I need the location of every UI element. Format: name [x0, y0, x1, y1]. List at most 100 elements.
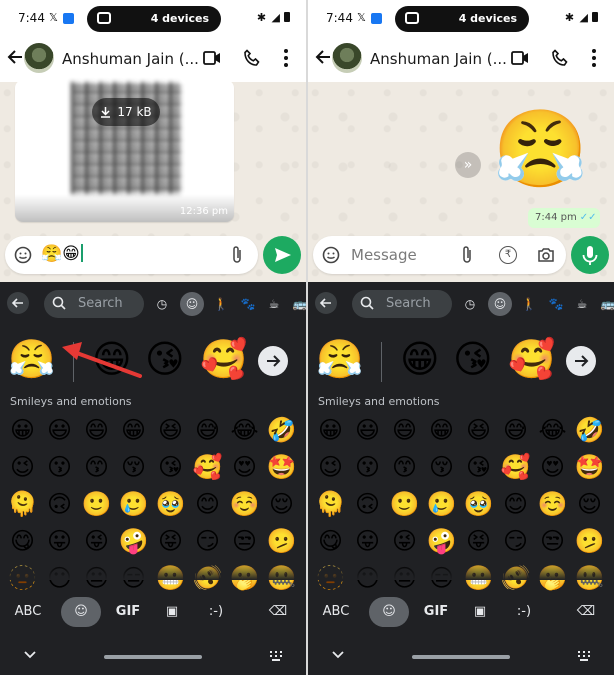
emoji-key[interactable]: 🥹: [460, 486, 497, 523]
back-arrow-icon[interactable]: [313, 47, 333, 67]
emoticon-button[interactable]: :-): [504, 597, 544, 627]
emoji-key[interactable]: 😊: [497, 486, 534, 523]
emoji-search-input[interactable]: Search: [352, 290, 452, 318]
devices-pill[interactable]: 4 devices: [87, 6, 221, 32]
more-options-icon[interactable]: [591, 48, 597, 68]
emoji-key[interactable]: 🫠: [312, 486, 349, 523]
backspace-icon[interactable]: ⌫: [258, 597, 298, 627]
emoji-key[interactable]: 😗: [349, 449, 386, 486]
emoji-key[interactable]: 😘: [460, 449, 497, 486]
emoji-key[interactable]: 😃: [41, 412, 78, 449]
emoji-key[interactable]: 😀: [4, 412, 41, 449]
emoji-key[interactable]: 😌: [571, 486, 608, 523]
hide-keyboard-icon[interactable]: [23, 650, 37, 660]
hide-keyboard-icon[interactable]: [331, 650, 345, 660]
emoji-key[interactable]: 😀: [312, 412, 349, 449]
emoji-key[interactable]: 😝: [460, 523, 497, 560]
avatar[interactable]: [332, 43, 362, 73]
emoji-key[interactable]: 😄: [386, 412, 423, 449]
emoji-tab-icon[interactable]: ☺: [369, 597, 409, 627]
message-input[interactable]: Message: [351, 246, 417, 264]
emoji-key[interactable]: 😂: [534, 412, 571, 449]
phone-icon[interactable]: [551, 49, 569, 67]
attach-icon[interactable]: [230, 245, 244, 265]
emoji-key[interactable]: 😁: [115, 412, 152, 449]
emoji-key[interactable]: 😁: [423, 412, 460, 449]
emoji-key[interactable]: 😚: [423, 449, 460, 486]
emoji-key[interactable]: 😍: [534, 449, 571, 486]
recent-emoji[interactable]: 🥰: [508, 334, 555, 384]
emoji-key[interactable]: 😙: [78, 449, 115, 486]
emoji-key[interactable]: 😘: [152, 449, 189, 486]
emoji-key[interactable]: 😗: [41, 449, 78, 486]
emoji-key[interactable]: 🫠: [4, 486, 41, 523]
emoji-key[interactable]: 😋: [4, 523, 41, 560]
emoji-key[interactable]: 😋: [312, 523, 349, 560]
voice-record-button[interactable]: [571, 236, 609, 274]
emoji-key[interactable]: 😉: [4, 449, 41, 486]
contact-name[interactable]: Anshuman Jain (...: [62, 50, 199, 68]
travel-category-icon[interactable]: 🚌: [290, 294, 306, 314]
emoji-key[interactable]: 🙃: [41, 486, 78, 523]
emoji-key[interactable]: 😃: [349, 412, 386, 449]
recent-clock-icon[interactable]: ◷: [152, 294, 172, 314]
emoji-key[interactable]: 🥰: [497, 449, 534, 486]
emoji-key[interactable]: 🫤: [263, 523, 300, 560]
emoji-key[interactable]: 😜: [78, 523, 115, 560]
video-call-icon[interactable]: [511, 51, 529, 65]
message-input-bar[interactable]: Message ₹: [313, 236, 566, 274]
message-input[interactable]: 😤😁: [41, 244, 83, 264]
recent-next-button[interactable]: [258, 346, 288, 376]
emoji-key[interactable]: 🙃: [349, 486, 386, 523]
emoji-key[interactable]: 🤣: [571, 412, 608, 449]
travel-category-icon[interactable]: 🚌: [598, 294, 614, 314]
backspace-icon[interactable]: ⌫: [566, 597, 606, 627]
recent-emoji[interactable]: 😘: [453, 334, 493, 384]
attach-icon[interactable]: [460, 245, 474, 265]
abc-button[interactable]: ABC: [8, 597, 48, 627]
keyboard-switch-icon[interactable]: [270, 651, 282, 661]
emoji-tab-icon[interactable]: ☺: [61, 597, 101, 627]
gif-button[interactable]: GIF: [108, 597, 148, 627]
devices-pill[interactable]: 4 devices: [395, 6, 529, 32]
emoji-key[interactable]: 😆: [152, 412, 189, 449]
emoji-key[interactable]: 😒: [534, 523, 571, 560]
animals-category-icon[interactable]: 🐾: [238, 294, 258, 314]
recent-emoji[interactable]: 😁: [400, 334, 440, 384]
emoji-key[interactable]: ☺️: [534, 486, 571, 523]
forward-icon[interactable]: »: [455, 152, 481, 178]
emoji-key[interactable]: 😏: [497, 523, 534, 560]
gif-button[interactable]: GIF: [416, 597, 456, 627]
emoji-key[interactable]: 🫤: [571, 523, 608, 560]
emoji-key[interactable]: 😂: [226, 412, 263, 449]
emoji-key[interactable]: 🥹: [152, 486, 189, 523]
home-indicator[interactable]: [104, 655, 202, 659]
food-category-icon[interactable]: ☕: [264, 294, 284, 314]
emoji-key[interactable]: 😄: [78, 412, 115, 449]
recent-clock-icon[interactable]: ◷: [460, 294, 480, 314]
emoji-key[interactable]: 🤩: [263, 449, 300, 486]
emoji-key[interactable]: 😆: [460, 412, 497, 449]
emoji-key[interactable]: 😊: [189, 486, 226, 523]
keyboard-back-button[interactable]: [7, 292, 29, 314]
emoji-key[interactable]: 🙂: [78, 486, 115, 523]
emoji-key[interactable]: 😅: [189, 412, 226, 449]
emoji-key[interactable]: 🥰: [189, 449, 226, 486]
emoticon-button[interactable]: :-): [196, 597, 236, 627]
keyboard-back-button[interactable]: [315, 292, 337, 314]
emoji-key[interactable]: 🥲: [115, 486, 152, 523]
payment-icon[interactable]: ₹: [499, 246, 517, 264]
people-category-icon[interactable]: 🚶: [519, 294, 539, 314]
phone-icon[interactable]: [243, 49, 261, 67]
emoji-key[interactable]: 😅: [497, 412, 534, 449]
sticker-icon[interactable]: [322, 246, 340, 264]
camera-icon[interactable]: [537, 246, 555, 264]
contact-name[interactable]: Anshuman Jain (...: [370, 50, 507, 68]
sticker-tab-icon[interactable]: ▣: [460, 597, 500, 627]
recent-emoji[interactable]: 😤: [8, 334, 55, 384]
emoji-key[interactable]: 🤣: [263, 412, 300, 449]
sticker-message[interactable]: 😤: [493, 106, 588, 192]
video-call-icon[interactable]: [203, 51, 221, 65]
home-indicator[interactable]: [412, 655, 510, 659]
back-arrow-icon[interactable]: [5, 47, 25, 67]
